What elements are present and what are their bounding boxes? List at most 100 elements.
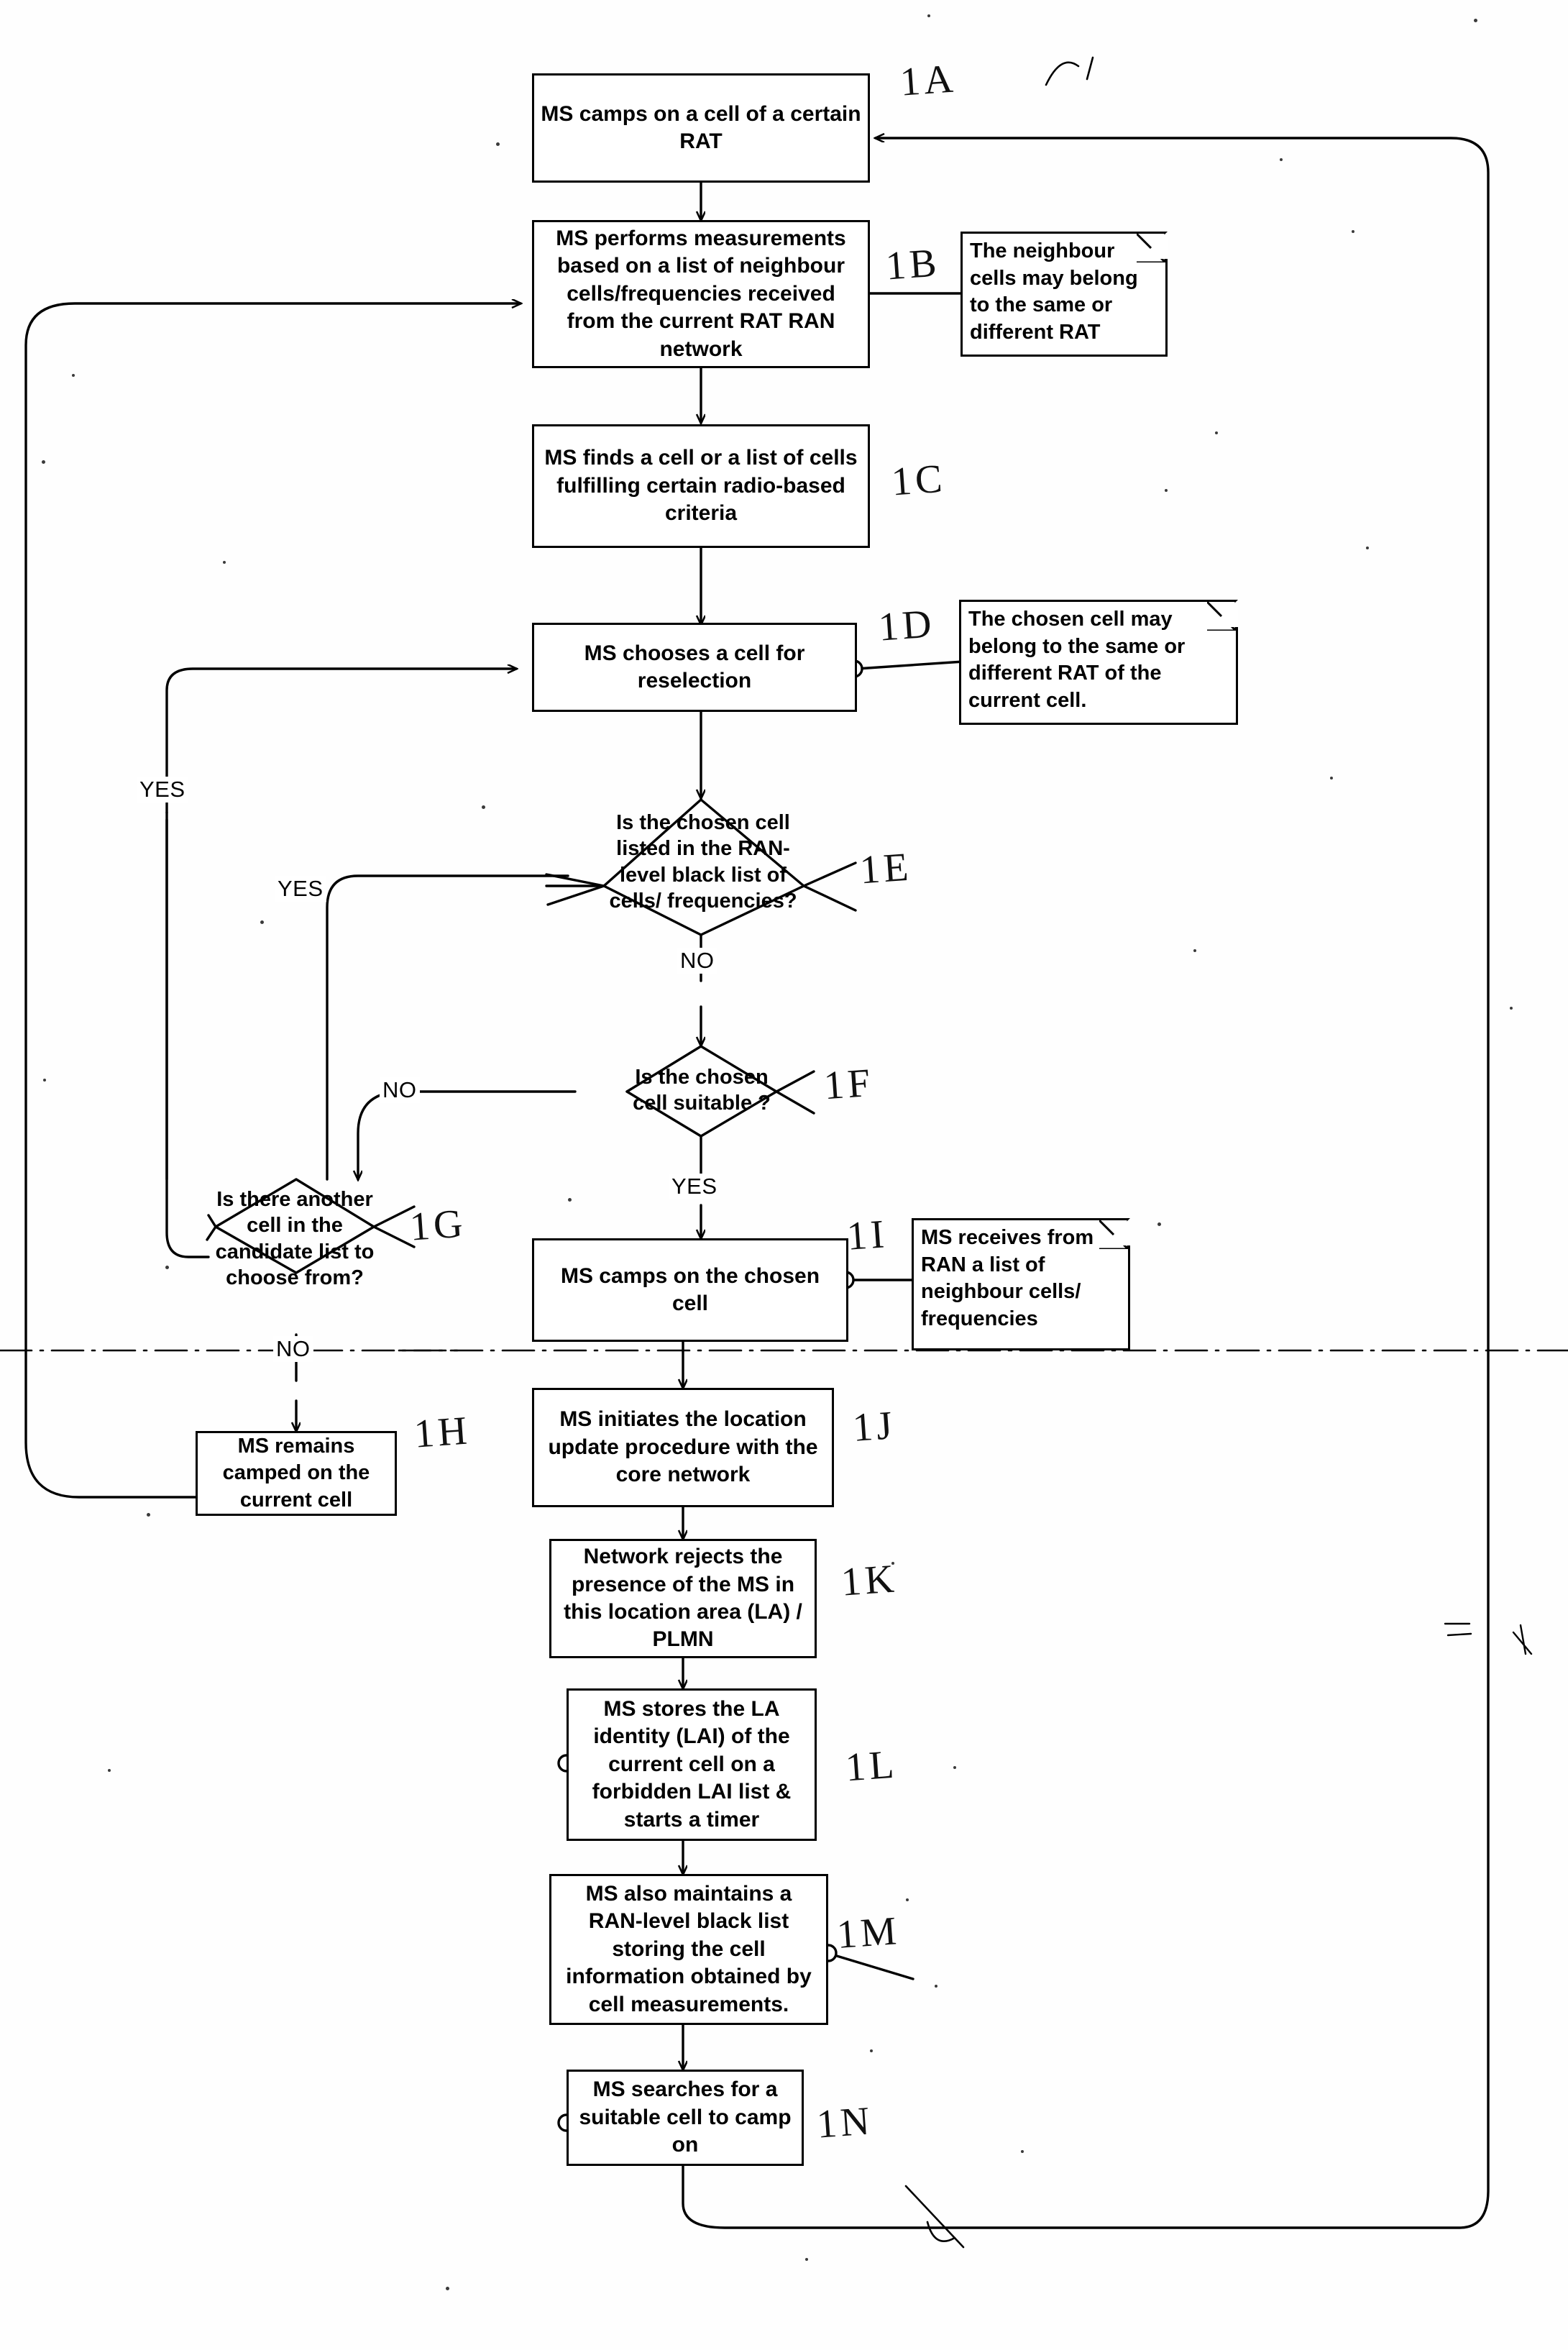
ref-tag-1i: 1I xyxy=(845,1212,889,1259)
scan-speck xyxy=(568,1198,572,1202)
scan-speck xyxy=(1366,547,1369,549)
branch-label-no-1e: NO xyxy=(677,948,717,974)
scan-speck xyxy=(1193,949,1196,952)
yes-1f-text: YES xyxy=(671,1174,717,1199)
scan-speck xyxy=(953,1766,956,1769)
node-1b[interactable]: MS performs measurements based on a list… xyxy=(532,220,870,368)
node-1j-label: MS initiates the location update procedu… xyxy=(548,1407,818,1487)
scan-speck xyxy=(147,1513,150,1517)
note-1b[interactable]: The neighbour cells may belong to the sa… xyxy=(960,232,1168,357)
node-1k[interactable]: Network rejects the presence of the MS i… xyxy=(549,1539,817,1658)
node-1i[interactable]: MS camps on the chosen cell xyxy=(532,1238,848,1342)
node-1g-label: Is there another cell in the candidate l… xyxy=(215,1188,375,1289)
scan-speck xyxy=(1474,19,1477,22)
scan-speck xyxy=(1165,489,1168,492)
wire-stub-1m xyxy=(835,1954,914,1980)
no-1g-text: NO xyxy=(276,1336,311,1361)
node-1f-label: Is the chosen cell suitable ? xyxy=(633,1066,771,1115)
wire-1h-loop-to-1b xyxy=(24,303,521,1499)
stray-mark-top xyxy=(1045,61,1080,86)
scan-speck xyxy=(482,805,485,809)
ref-tag-1n: 1N xyxy=(815,2098,875,2147)
node-1k-label: Network rejects the presence of the MS i… xyxy=(564,1545,802,1652)
scan-speck xyxy=(43,1079,46,1082)
ref-tag-1c: 1C xyxy=(889,456,948,505)
node-1n[interactable]: MS searches for a suitable cell to camp … xyxy=(567,2070,804,2166)
scan-speck xyxy=(805,2258,808,2261)
stray-mark-bottom xyxy=(904,2185,965,2249)
node-1h-label: MS remains camped on the current cell xyxy=(222,1435,370,1512)
node-1c[interactable]: MS finds a cell or a list of cells fulfi… xyxy=(532,424,870,548)
node-1e[interactable]: Is the chosen cell listed in the RAN-lev… xyxy=(602,810,804,914)
scan-speck xyxy=(1352,230,1354,233)
yes-1e-text: YES xyxy=(278,876,324,901)
scan-speck xyxy=(108,1769,111,1772)
wire-note-1d xyxy=(856,660,965,670)
node-1b-label: MS performs measurements based on a list… xyxy=(556,227,846,361)
node-1d[interactable]: MS chooses a cell for reselection xyxy=(532,623,857,712)
ref-tag-1m: 1M xyxy=(835,1908,902,1957)
yes-outer-text: YES xyxy=(139,777,185,802)
scan-speck xyxy=(891,1562,894,1565)
dogear-icon xyxy=(1099,1220,1128,1249)
scan-speck xyxy=(935,1985,937,1988)
scan-speck xyxy=(42,460,45,464)
node-1e-label: Is the chosen cell listed in the RAN-lev… xyxy=(609,811,797,913)
node-1m[interactable]: MS also maintains a RAN-level black list… xyxy=(549,1874,828,2025)
node-1n-label: MS searches for a suitable cell to camp … xyxy=(579,2077,792,2157)
ref-tag-1e: 1E xyxy=(858,844,914,893)
note-1i-label: MS receives from RAN a list of neighbour… xyxy=(921,1226,1094,1331)
note-1d-label: The chosen cell may belong to the same o… xyxy=(968,608,1186,713)
wire-1e-yes-outer-to-1d xyxy=(165,669,516,814)
branch-label-yes-1f: YES xyxy=(669,1174,720,1199)
diamond-1e xyxy=(545,798,857,936)
no-1e-text: NO xyxy=(680,948,715,973)
scan-speck xyxy=(1215,431,1218,434)
wire-yes-outer-down-2 xyxy=(167,1179,208,1257)
node-1l-label: MS stores the LA identity (LAI) of the c… xyxy=(592,1697,792,1832)
node-1l[interactable]: MS stores the LA identity (LAI) of the c… xyxy=(567,1688,817,1841)
branch-label-yes-outer: YES xyxy=(137,777,188,803)
stray-mark-right2 xyxy=(1444,1622,1472,1637)
scan-speck xyxy=(72,374,75,377)
branch-label-no-1g: NO xyxy=(273,1336,313,1362)
scan-speck xyxy=(496,142,500,146)
node-1g[interactable]: Is there another cell in the candidate l… xyxy=(200,1187,390,1291)
stray-mark-right xyxy=(1512,1624,1533,1655)
node-1a-label: MS camps on a cell of a certain RAT xyxy=(541,101,861,153)
ref-tag-1f: 1F xyxy=(822,1060,876,1109)
no-1f-text: NO xyxy=(382,1077,417,1102)
node-1a[interactable]: MS camps on a cell of a certain RAT xyxy=(532,73,870,183)
note-1i[interactable]: MS receives from RAN a list of neighbour… xyxy=(912,1218,1130,1350)
scan-speck xyxy=(223,561,226,564)
scan-speck xyxy=(1330,777,1333,779)
figure-canvas: MS camps on a cell of a certain RAT MS p… xyxy=(0,0,1568,2350)
ref-tag-1l: 1L xyxy=(843,1742,899,1791)
wire-1f-no-to-1g xyxy=(358,1090,577,1179)
node-1d-label: MS chooses a cell for reselection xyxy=(584,641,805,692)
node-1f[interactable]: Is the chosen cell suitable ? xyxy=(617,1064,787,1117)
scan-speck xyxy=(1510,1007,1513,1010)
node-1i-label: MS camps on the chosen cell xyxy=(560,1263,820,1315)
ref-tag-1k: 1K xyxy=(839,1556,899,1605)
diamond-1f xyxy=(625,1045,815,1138)
scan-speck xyxy=(260,920,264,924)
scan-speck xyxy=(1280,158,1283,161)
ref-tag-1b: 1B xyxy=(884,240,942,289)
scan-speck xyxy=(1021,2150,1024,2153)
scan-speck xyxy=(906,1898,909,1901)
ref-tag-1a: 1A xyxy=(898,56,958,105)
stray-mark-top2 xyxy=(1086,56,1094,81)
note-1d[interactable]: The chosen cell may belong to the same o… xyxy=(959,600,1238,725)
node-1h[interactable]: MS remains camped on the current cell xyxy=(196,1431,397,1516)
scan-speck xyxy=(165,1266,169,1269)
node-1j[interactable]: MS initiates the location update procedu… xyxy=(532,1388,834,1507)
dogear-icon xyxy=(1137,234,1165,262)
node-1c-label: MS finds a cell or a list of cells fulfi… xyxy=(544,446,858,526)
branch-label-no-1f: NO xyxy=(380,1077,420,1103)
wire-1g-yes-up xyxy=(165,818,210,1258)
ref-tag-1g: 1G xyxy=(408,1201,468,1250)
scan-speck xyxy=(1157,1222,1161,1226)
diamond-1g xyxy=(206,1178,416,1274)
scan-speck xyxy=(927,14,930,17)
